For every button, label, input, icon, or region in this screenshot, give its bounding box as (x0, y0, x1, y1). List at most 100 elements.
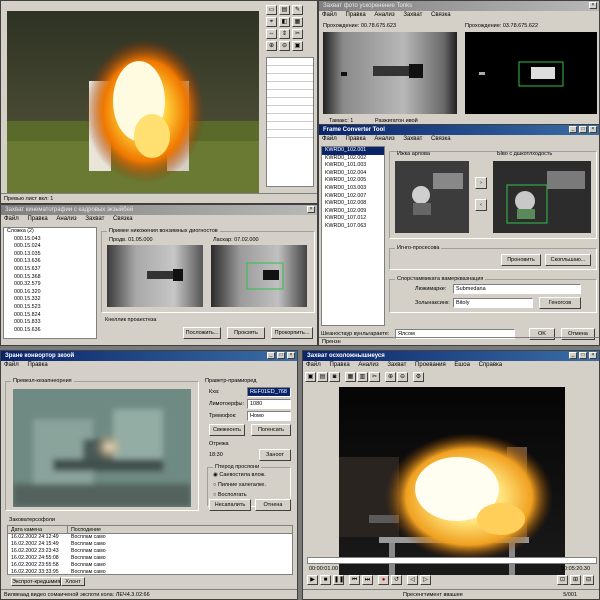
apply-button[interactable]: Несапалить (209, 499, 251, 511)
tree-item[interactable]: 000.13.636 (4, 258, 96, 266)
tool-icon-6[interactable]: ▦ (292, 17, 303, 27)
close-icon[interactable]: × (589, 2, 597, 9)
file-list[interactable]: KWRD0_102.001 KWRD0_102.002 KWRD0_101.003 K… (321, 146, 385, 326)
file-list-item[interactable]: KWRD0_102.004 (322, 170, 384, 178)
open-icon[interactable]: ▣ (305, 372, 316, 382)
log-row[interactable]: 16.02.2002 33:33:95 Восплам само (8, 569, 292, 574)
save-icon[interactable]: ▤ (317, 372, 328, 382)
log-header-date[interactable]: Дата камена (8, 526, 68, 533)
maximize-icon[interactable]: □ (579, 352, 587, 359)
convert-button[interactable]: Прокорпить... (271, 327, 313, 339)
radio-2[interactable]: ○ Пилние халегалке. (213, 482, 266, 488)
log-row[interactable]: 16.02.2002 24:15:49 Восплам само (8, 541, 292, 548)
lay-out-button[interactable]: Посложить... (183, 327, 221, 339)
arrow-left-button[interactable]: ‹ (475, 199, 487, 211)
tool-icon-12[interactable]: ▣ (292, 41, 303, 51)
file-list-item[interactable]: KWRD0_102.001 (322, 147, 384, 155)
menu-process[interactable]: Проевания (415, 362, 446, 368)
tree-item[interactable]: 000.15.043 (4, 236, 96, 244)
file-list-item[interactable]: KWRD0_107.012 (322, 215, 384, 223)
file-list-item[interactable]: KWRD0_102.008 (322, 200, 384, 208)
tree-item[interactable]: 000.15.332 (4, 296, 96, 304)
stop-icon[interactable]: ■ (320, 575, 331, 585)
tool-icon-7[interactable]: ⇔ (266, 29, 277, 39)
minimize-icon[interactable]: _ (569, 126, 577, 133)
tree-item[interactable]: 000.15.024 (4, 243, 96, 251)
tool-icon-10[interactable]: ⊕ (266, 41, 277, 51)
menu-analysis[interactable]: Анализ (374, 12, 394, 18)
menu-file[interactable]: Файл (322, 12, 337, 18)
tree-item[interactable]: 000.15.368 (4, 274, 96, 282)
zoom-in-icon[interactable]: ⊕ (385, 372, 396, 382)
menu-file[interactable]: Файл (4, 216, 19, 222)
tree-item[interactable]: 000.15.824 (4, 312, 96, 320)
fit-icon[interactable]: ⊡ (557, 575, 568, 585)
field1-select[interactable]: Submedana (453, 284, 581, 294)
tree-item[interactable]: 000.15.637 (4, 266, 96, 274)
menu-file[interactable]: Файл (322, 136, 337, 142)
tool-icon-3[interactable]: ✎ (292, 5, 303, 15)
close-icon[interactable]: × (589, 352, 597, 359)
tool-icon-9[interactable]: ✂ (292, 29, 303, 39)
menu-analysis[interactable]: Анализ (56, 216, 76, 222)
tab-export[interactable]: Экспрот-кредшмия (11, 577, 61, 586)
zoom-out-icon[interactable]: ⊟ (583, 575, 594, 585)
field2-select[interactable]: Bitoly (453, 298, 533, 308)
menu-analysis[interactable]: Анализ (374, 136, 394, 142)
menu-edit[interactable]: Правка (345, 12, 365, 18)
file-list-item[interactable]: KWRD0_101.003 (322, 162, 384, 170)
tab-history[interactable]: Хлонт (61, 577, 85, 586)
close-icon[interactable]: × (307, 206, 315, 213)
arrow-right-button[interactable]: › (475, 177, 487, 189)
tool-icon-8[interactable]: ⇕ (279, 29, 290, 39)
close-icon[interactable]: × (287, 352, 295, 359)
film-icon[interactable]: ▦ (345, 372, 356, 382)
tree-root[interactable]: Сложка (2) (4, 228, 96, 236)
tree-item[interactable]: 000.15.523 (4, 304, 96, 312)
file-list-item[interactable]: KWRD0_102.007 (322, 193, 384, 201)
menu-file[interactable]: Файл (306, 362, 321, 368)
zoom-out-icon[interactable]: ⊖ (397, 372, 408, 382)
menu-capture[interactable]: Захват (403, 136, 422, 142)
menu-capture[interactable]: Захват (85, 216, 104, 222)
menu-edit[interactable]: Правка (329, 362, 349, 368)
cancel-button[interactable]: Отнена (255, 499, 291, 511)
tool-icon-4[interactable]: ⌖ (266, 17, 277, 27)
generate-button[interactable]: Геногсов (539, 297, 581, 309)
tree-item[interactable]: 000.16.320 (4, 289, 96, 297)
probe-button[interactable]: Погенсать (251, 424, 291, 436)
zoom-in-icon[interactable]: ⊞ (570, 575, 581, 585)
maximize-icon[interactable]: □ (277, 352, 285, 359)
close-icon[interactable]: × (589, 126, 597, 133)
menu-edit[interactable]: Правка (27, 362, 47, 368)
preview-button[interactable]: Проновить (501, 254, 541, 266)
skip-back-icon[interactable]: ⏮ (349, 575, 360, 585)
file-list-item[interactable]: KWRD0_102.009 (322, 208, 384, 216)
file-list-item[interactable]: KWRD0_103.003 (322, 185, 384, 193)
record-icon[interactable]: ● (378, 575, 389, 585)
camera-icon[interactable]: ◙ (329, 372, 340, 382)
grid-icon[interactable]: ▥ (357, 372, 368, 382)
log-row[interactable]: 16.02.2002 24:12:49 Восплам само (8, 534, 292, 541)
menu-window[interactable]: Ешоа (454, 362, 470, 368)
log-row[interactable]: 16.02.2002 24:55:08 Восплам само (8, 555, 292, 562)
menu-link[interactable]: Связка (113, 216, 133, 222)
tool-icon-1[interactable]: ▭ (266, 5, 277, 15)
menu-help[interactable]: Справка (479, 362, 503, 368)
maximize-icon[interactable]: □ (579, 126, 587, 133)
view-button[interactable]: Прокэять (227, 327, 265, 339)
tool-icon-5[interactable]: ◧ (279, 17, 290, 27)
copy-button[interactable]: Скопльшаю... (545, 254, 591, 266)
pause-icon[interactable]: ❚❚ (333, 575, 344, 585)
file-list-item[interactable]: KWRD0_102.005 (322, 177, 384, 185)
file-list-item[interactable]: KWRD0_102.002 (322, 155, 384, 163)
tree-item[interactable]: 000.13.035 (4, 251, 96, 259)
set-button[interactable]: Свежеонть (209, 424, 245, 436)
file-list-item[interactable]: KWRD0_107.063 (322, 223, 384, 231)
settings-icon[interactable]: ⚙ (413, 372, 424, 382)
menu-capture[interactable]: Захват (387, 362, 406, 368)
cut-icon[interactable]: ✂ (369, 372, 380, 382)
loop-icon[interactable]: ↺ (391, 575, 402, 585)
log-row[interactable]: 16.02.2002 23:23:43 Восплам само (8, 548, 292, 555)
radio-1[interactable]: ◉ Саевостила влож. (213, 472, 266, 478)
